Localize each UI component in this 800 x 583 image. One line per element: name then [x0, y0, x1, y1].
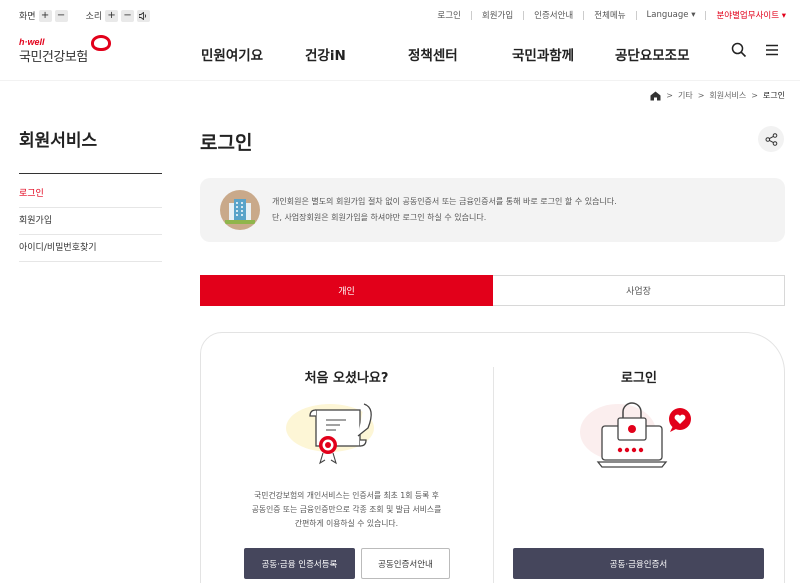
breadcrumb-item-member[interactable]: 회원서비스 — [709, 90, 746, 101]
gnb-item-health[interactable]: 건강iN — [305, 44, 346, 64]
login-panel-title: 로그인 — [621, 371, 657, 386]
notice-line-1: 개인회원은 별도의 회원가입 절차 없이 공동인증서 또는 금융인증서를 통해 … — [272, 197, 617, 206]
util-link-cert-guide[interactable]: 인증서안내 — [534, 9, 573, 21]
menu-icon — [766, 44, 778, 56]
utility-links: 로그인 회원가입 인증서안내 전체메뉴 Language ▾ 분야별업무사이트 … — [437, 9, 786, 21]
breadcrumb: > 기타 > 회원서비스 > 로그인 — [650, 90, 785, 101]
minus-icon: − — [123, 10, 132, 21]
side-item-find-id-pw[interactable]: 아이디/비밀번호찾기 — [19, 235, 162, 262]
screen-zoom-in-button[interactable]: + — [38, 9, 52, 22]
utility-bar: 화면 + − 소리 + − 로그인 회원가입 인증서안내 전체메뉴 Langua… — [0, 0, 800, 30]
cert-login-button[interactable]: 공동·금융인증서 — [513, 548, 764, 579]
util-link-signup[interactable]: 회원가입 — [482, 9, 513, 21]
minus-icon: − — [56, 10, 66, 21]
screen-size-label: 화면 — [19, 12, 36, 22]
card-divider — [493, 367, 494, 583]
home-icon[interactable] — [650, 91, 661, 101]
gnb-item-policy[interactable]: 정책센터 — [408, 44, 458, 64]
first-visit-desc-line-3: 간편하게 이용하실 수 있습니다. — [294, 519, 399, 528]
tab-business[interactable]: 사업장 — [493, 275, 785, 306]
gnb-item-civil[interactable]: 민원여기요 — [201, 44, 263, 64]
laptop-lock-icon — [578, 396, 696, 474]
side-item-login[interactable]: 로그인 — [19, 181, 162, 208]
side-item-signup[interactable]: 회원가입 — [19, 208, 162, 235]
search-button[interactable] — [731, 42, 747, 62]
util-link-login[interactable]: 로그인 — [437, 9, 460, 21]
certificate-icon — [282, 398, 387, 474]
logo[interactable]: h·well 국민건강보험 — [19, 35, 111, 65]
logo-mark-icon — [91, 35, 111, 51]
volume-up-button[interactable]: + — [105, 9, 119, 22]
accessibility-controls: 화면 + − 소리 + − — [19, 9, 151, 22]
register-cert-button[interactable]: 공동·금융 인증서등록 — [244, 548, 355, 579]
volume-down-button[interactable]: − — [121, 9, 135, 22]
plus-icon: + — [107, 10, 116, 21]
notice-line-2: 단, 사업장회원은 회원가입을 하셔야만 로그인 하실 수 있습니다. — [272, 213, 487, 222]
plus-icon: + — [40, 10, 50, 21]
first-visit-desc-line-2: 공동인증 또는 금융인증만으로 각종 조회 및 발급 서비스를 — [251, 505, 442, 514]
field-site-select[interactable]: 분야별업무사이트 ▾ — [716, 9, 786, 21]
tab-personal[interactable]: 개인 — [200, 275, 493, 306]
first-visit-desc-line-1: 국민건강보험의 개인서비스는 인증서를 최초 1회 등록 후 — [254, 491, 439, 500]
breadcrumb-item-etc[interactable]: 기타 — [678, 90, 693, 101]
all-menu-button[interactable] — [764, 42, 780, 62]
building-icon — [220, 190, 260, 230]
logo-name: 국민건강보험 — [19, 50, 88, 65]
gnb-item-together[interactable]: 국민과함께 — [512, 44, 574, 64]
notice-box: 개인회원은 별도의 회원가입 절차 없이 공동인증서 또는 금융인증서를 통해 … — [200, 178, 785, 242]
side-divider — [19, 173, 162, 174]
share-icon — [765, 132, 777, 146]
side-title: 회원서비스 — [19, 131, 98, 151]
breadcrumb-sep: > — [697, 91, 705, 100]
search-icon — [731, 42, 747, 58]
page-title: 로그인 — [200, 132, 253, 154]
header-divider — [0, 80, 800, 81]
language-select[interactable]: Language ▾ — [647, 10, 696, 20]
screen-zoom-out-button[interactable]: − — [54, 9, 68, 22]
breadcrumb-sep: > — [666, 91, 673, 100]
first-visit-title: 처음 오셨나요? — [304, 371, 389, 386]
sound-label: 소리 — [85, 12, 103, 22]
breadcrumb-sep: > — [751, 91, 758, 100]
breadcrumb-current: 로그인 — [762, 91, 785, 100]
share-button[interactable] — [758, 126, 784, 152]
first-visit-description: 국민건강보험의 개인서비스는 인증서를 최초 1회 등록 후 공동인증 또는 금… — [220, 489, 473, 531]
speaker-icon — [139, 11, 147, 20]
cert-guide-button[interactable]: 공동인증서안내 — [361, 548, 450, 579]
util-link-all-menu[interactable]: 전체메뉴 — [594, 9, 625, 21]
gnb-item-about[interactable]: 공단요모조모 — [615, 44, 690, 64]
speaker-button[interactable] — [137, 9, 151, 22]
